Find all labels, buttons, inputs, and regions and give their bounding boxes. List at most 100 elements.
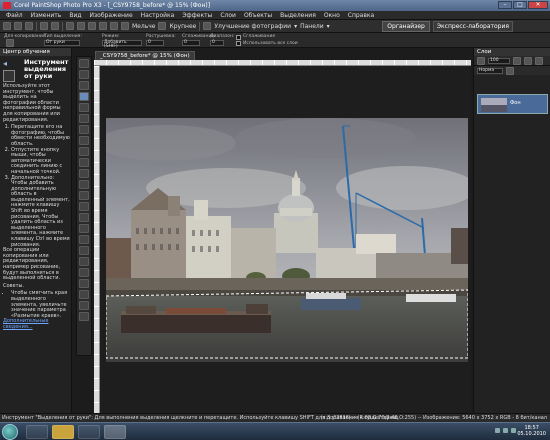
zoom-smaller-label[interactable]: Мельче — [132, 23, 155, 30]
zoom-out-icon[interactable] — [121, 22, 129, 30]
warp-brush-icon[interactable] — [79, 301, 89, 310]
selection-type-select[interactable]: От руки — [44, 40, 80, 46]
antialias-checkbox[interactable] — [236, 35, 241, 40]
link-layers-icon[interactable] — [524, 56, 532, 65]
eraser-icon[interactable] — [79, 224, 89, 233]
more-info-link[interactable]: Дополнительные сведения... — [3, 318, 48, 330]
crop-icon[interactable] — [66, 22, 74, 30]
use-all-layers-label: Использовать все слои — [243, 41, 298, 46]
airbrush-icon[interactable] — [79, 202, 89, 211]
info-icon[interactable] — [110, 22, 118, 30]
status-info: (x:3 y:2816) -- (R:68,G:70,B:48,O:255) -… — [320, 415, 547, 421]
layer-style-icon[interactable] — [513, 56, 521, 65]
selection-preset-icon[interactable] — [6, 39, 14, 47]
range-input[interactable]: 0 — [210, 40, 224, 46]
close-button[interactable]: ✕ — [528, 1, 548, 9]
dropper-tool-icon[interactable] — [79, 103, 89, 112]
maximize-button[interactable]: □ — [513, 1, 527, 9]
rotate-icon[interactable] — [77, 22, 85, 30]
paintshop-taskbar-icon[interactable] — [104, 425, 126, 439]
redeye-tool-icon[interactable] — [79, 147, 89, 156]
layers-panel: Слои 100 Норма Фон — [473, 48, 550, 413]
tool-options-bar: Для копирования Тип выделения: От руки Р… — [0, 33, 550, 49]
system-tray-icons — [495, 428, 516, 433]
start-button[interactable] — [2, 424, 18, 440]
opacity-input[interactable]: 100 — [488, 57, 510, 64]
photo-canvas[interactable] — [106, 118, 468, 362]
menu-file[interactable]: Файл — [6, 12, 23, 19]
menu-layers[interactable]: Слои — [220, 12, 236, 19]
flip-icon[interactable] — [88, 22, 96, 30]
clone-tool-icon[interactable] — [79, 169, 89, 178]
document-tab[interactable]: _CSY9758_before* @ 15% (Фон) — [95, 51, 195, 60]
new-file-icon[interactable] — [3, 22, 11, 30]
ie-icon[interactable] — [26, 425, 48, 439]
menu-help[interactable]: Справка — [348, 12, 374, 19]
selection-type-label: Тип выделения: — [44, 34, 82, 39]
lock-icon[interactable] — [506, 66, 514, 75]
lighten-darken-icon[interactable] — [79, 213, 89, 222]
zoom-icon[interactable] — [99, 22, 107, 30]
mode-select[interactable]: Добавить (SHIF) — [102, 40, 142, 49]
picture-tube-icon[interactable] — [79, 257, 89, 266]
panels-dropdown[interactable]: Панели — [300, 23, 324, 30]
preset-shape-icon[interactable] — [79, 279, 89, 288]
learning-center-text: Используйте этот инструмент, чтобы выдел… — [3, 83, 71, 333]
minimize-button[interactable]: – — [498, 1, 512, 9]
pick-tool-icon[interactable] — [79, 81, 89, 90]
undo-icon[interactable] — [40, 22, 48, 30]
delete-layer-icon[interactable] — [535, 56, 543, 65]
menu-adjust[interactable]: Настройка — [141, 12, 175, 19]
selection-tool-icon[interactable] — [79, 92, 89, 101]
tips-label: Советы. — [3, 282, 25, 289]
zoom-tool-icon[interactable] — [79, 70, 89, 79]
menu-objects[interactable]: Объекты — [244, 12, 272, 19]
paint-brush-icon[interactable] — [79, 191, 89, 200]
makeover-tool-icon[interactable] — [79, 158, 89, 167]
color-changer-icon[interactable] — [79, 246, 89, 255]
menu-effects[interactable]: Эффекты — [182, 12, 212, 19]
folder-icon[interactable] — [52, 425, 74, 439]
smoothing-input[interactable]: 0 — [182, 40, 200, 46]
volume-icon[interactable] — [503, 428, 508, 433]
redo-icon[interactable] — [51, 22, 59, 30]
clock[interactable]: 18:57 05.10.2010 — [517, 425, 546, 437]
crop-tool-icon[interactable] — [79, 114, 89, 123]
pan-tool-icon[interactable] — [79, 59, 89, 68]
chevron-down-icon[interactable]: ▾ — [294, 23, 297, 30]
menu-image[interactable]: Изображение — [90, 12, 133, 19]
object-remover-icon[interactable] — [79, 180, 89, 189]
layer-item-background[interactable]: Фон — [477, 94, 548, 114]
tab-organizer[interactable]: Органайзер — [382, 20, 430, 32]
enhance-photo-dropdown[interactable]: Улучшение фотографии — [214, 23, 291, 30]
menu-selections[interactable]: Выделения — [280, 12, 316, 19]
media-player-icon[interactable] — [78, 425, 100, 439]
save-icon[interactable] — [25, 22, 33, 30]
open-file-icon[interactable] — [14, 22, 22, 30]
zoom-larger-label[interactable]: Крупнее — [169, 23, 196, 30]
back-arrow-icon[interactable]: ◂ — [3, 59, 21, 68]
fill-tool-icon[interactable] — [79, 235, 89, 244]
wand-icon[interactable] — [203, 22, 212, 30]
feather-input[interactable]: 0 — [146, 40, 164, 46]
flag-icon[interactable] — [511, 428, 516, 433]
menu-view[interactable]: Вид — [69, 12, 81, 19]
network-icon[interactable] — [495, 428, 500, 433]
menu-window[interactable]: Окно — [324, 12, 340, 19]
tab-express-lab[interactable]: Экспресс-лаборатория — [432, 20, 513, 32]
straighten-tool-icon[interactable] — [79, 125, 89, 134]
chevron-down-icon[interactable]: ▾ — [327, 23, 330, 30]
use-all-layers-checkbox[interactable] — [236, 41, 241, 46]
london-photo — [106, 118, 468, 362]
text-tool-icon[interactable] — [79, 268, 89, 277]
tips-list: Чтобы смягчить края выделенного элемента… — [3, 291, 71, 319]
note-text: Все операции копирования или редактирова… — [3, 247, 61, 282]
perspective-tool-icon[interactable] — [79, 136, 89, 145]
menu-edit[interactable]: Изменить — [31, 12, 62, 19]
new-layer-icon[interactable] — [477, 56, 485, 65]
blend-mode-select[interactable]: Норма — [477, 67, 503, 74]
pen-tool-icon[interactable] — [79, 290, 89, 299]
zoom-in-icon[interactable] — [158, 22, 167, 30]
mesh-warp-icon[interactable] — [79, 312, 89, 321]
toolbar-separator — [199, 21, 201, 31]
